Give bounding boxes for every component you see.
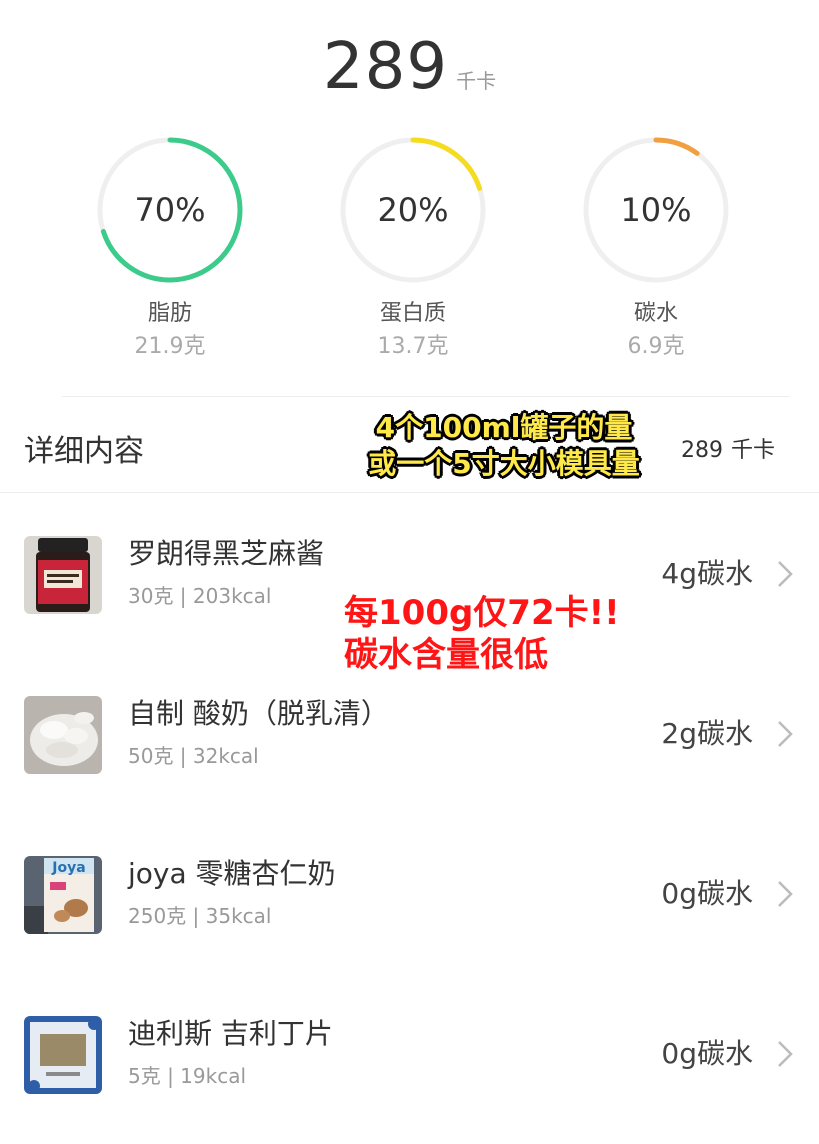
almond-milk-carton-icon: Joya [24, 856, 102, 934]
chevron-right-icon [778, 1041, 793, 1067]
carb-percent: 10% [620, 191, 692, 229]
food-item-name: 罗朗得黑芝麻酱 [128, 537, 325, 570]
details-title: 详细内容 [24, 434, 144, 469]
yogurt-icon [24, 696, 102, 774]
chevron-right-icon [778, 721, 793, 747]
food-item-detail: 5克 | 19kcal [128, 1064, 247, 1088]
tahini-jar-icon [24, 536, 102, 614]
total-calories-value: 289 [322, 30, 449, 104]
carb-ring: 10% [582, 136, 730, 284]
details-total-value: 289 [680, 438, 723, 463]
chevron-right-icon [778, 561, 793, 587]
food-item-name: joya 零糖杏仁奶 [128, 857, 336, 890]
fat-percent: 70% [134, 191, 206, 229]
food-item[interactable]: 迪利斯 吉利丁片 5克 | 19kcal 0g碳水 [0, 1012, 819, 1122]
chevron-right-icon [778, 881, 793, 907]
protein-label: 蛋白质 [379, 301, 446, 326]
food-item[interactable]: 自制 酸奶（脱乳清） 50克 | 32kcal 2g碳水 [0, 692, 819, 802]
food-item-carb: 2g碳水 [661, 717, 753, 750]
annotation-quantity-line1: 4个100ml罐子的量 [375, 411, 633, 444]
gelatin-pack-icon [24, 1016, 102, 1094]
carb-label: 碳水 [633, 301, 678, 326]
food-item-carb: 0g碳水 [661, 877, 753, 910]
food-item-carb: 4g碳水 [661, 557, 753, 590]
total-calories-unit: 千卡 [456, 69, 497, 93]
food-item[interactable]: 罗朗得黑芝麻酱 30克 | 203kcal 4g碳水 [0, 532, 819, 642]
divider [0, 492, 819, 493]
food-item[interactable]: Joya joya 零糖杏仁奶 250克 | 35kcal 0g碳水 [0, 852, 819, 962]
protein-percent: 20% [377, 191, 449, 229]
annotation-quantity: 4个100ml罐子的量 或一个5寸大小模具量 [344, 410, 664, 482]
food-item-carb: 0g碳水 [661, 1037, 753, 1070]
carb-grams: 6.9克 [627, 334, 685, 359]
annotation-quantity-line2: 或一个5寸大小模具量 [368, 447, 640, 480]
divider [62, 396, 790, 397]
food-item-detail: 250克 | 35kcal [128, 904, 272, 928]
food-item-detail: 50克 | 32kcal [128, 744, 259, 768]
fat-label: 脂肪 [147, 301, 192, 326]
protein-ring: 20% [339, 136, 487, 284]
food-item-name: 自制 酸奶（脱乳清） [128, 697, 389, 730]
details-total-unit: 千卡 [730, 438, 775, 463]
total-calories: 289 千卡 [0, 30, 819, 104]
food-item-detail: 30克 | 203kcal [128, 584, 272, 608]
food-item-name: 迪利斯 吉利丁片 [128, 1017, 333, 1050]
fat-grams: 21.9克 [134, 334, 206, 359]
protein-grams: 13.7克 [377, 334, 449, 359]
details-total: 289 千卡 [681, 432, 775, 464]
fat-ring: 70% [96, 136, 244, 284]
joya-logo-text: Joya [51, 860, 85, 876]
